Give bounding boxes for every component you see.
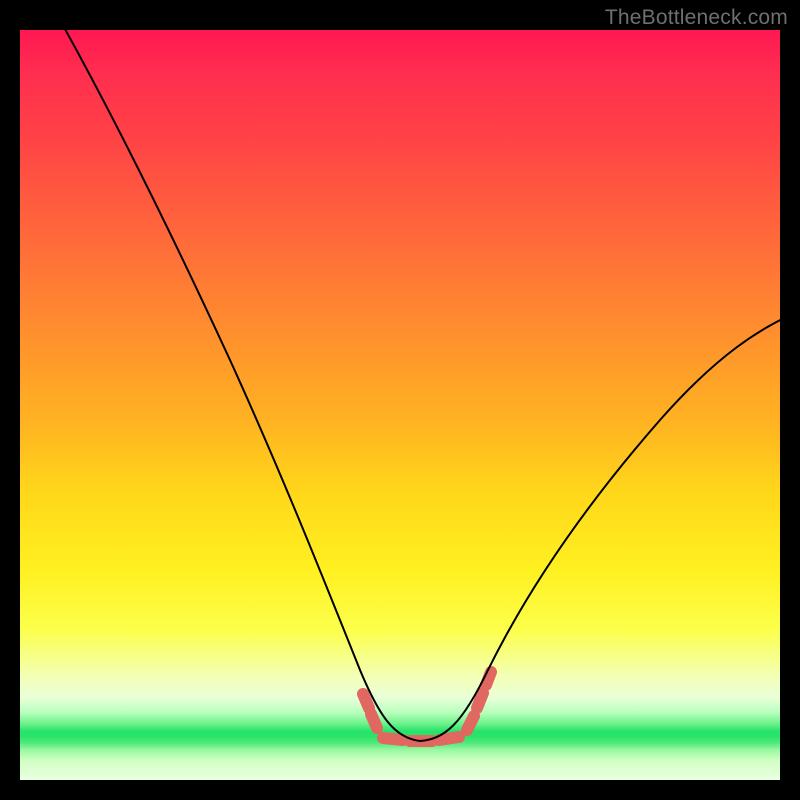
valley-dash-group — [363, 672, 491, 741]
valley-dash-seg — [363, 694, 369, 708]
plot-area — [20, 30, 780, 780]
valley-dash-seg — [371, 714, 377, 728]
watermark-text: TheBottleneck.com — [605, 6, 788, 30]
valley-dash-seg — [467, 716, 474, 730]
valley-dash-seg — [383, 738, 403, 740]
valley-dash-seg — [477, 693, 483, 708]
valley-dash-seg — [439, 737, 459, 740]
bottleneck-curve — [60, 30, 780, 741]
app-frame: TheBottleneck.com — [0, 0, 800, 800]
curve-layer — [20, 30, 780, 780]
